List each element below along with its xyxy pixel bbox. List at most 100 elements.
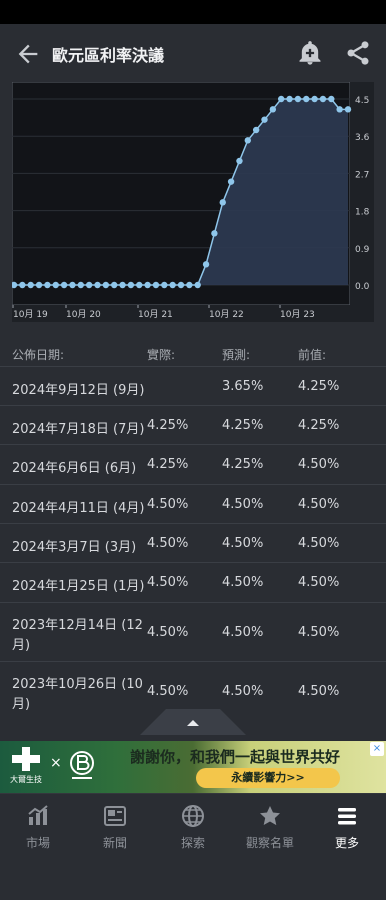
data-point bbox=[169, 281, 176, 289]
row-date: 2024年1月25日 (1月) bbox=[12, 579, 145, 594]
row-date: 2024年4月11日 (4月) bbox=[12, 501, 145, 516]
data-point bbox=[269, 106, 277, 113]
globe-icon bbox=[182, 805, 204, 827]
data-point bbox=[35, 281, 43, 289]
nav-item-more[interactable]: 更多 bbox=[309, 804, 385, 851]
app-bar: 歐元區利率決議 bbox=[0, 24, 386, 82]
data-point bbox=[294, 95, 302, 103]
row-previous: 4.50% bbox=[298, 625, 340, 640]
nav-label-market: 市場 bbox=[25, 836, 50, 850]
data-point bbox=[311, 95, 318, 103]
nav-item-explore[interactable]: 探索 bbox=[155, 804, 231, 851]
market-chart-icon bbox=[28, 805, 48, 825]
ad-headline: 謝謝你，和我們一起與世界共好 bbox=[130, 748, 341, 766]
data-point bbox=[344, 106, 352, 113]
data-point bbox=[119, 281, 126, 289]
bottom-nav: 市場 新聞 探索 觀察名單 更多 bbox=[0, 793, 386, 900]
share-icon[interactable] bbox=[344, 38, 372, 68]
add-alert-bell-icon[interactable] bbox=[296, 38, 324, 68]
header-previous: 前值: bbox=[298, 348, 327, 362]
row-previous: 4.50% bbox=[298, 457, 340, 472]
history-table: 公佈日期: 實際: 預測: 前值: 2024年9月12日 (9月) 3.65% … bbox=[0, 338, 386, 719]
y-tick-label: 1.8 bbox=[355, 208, 370, 218]
y-tick-label: 4.5 bbox=[355, 96, 369, 106]
data-point bbox=[211, 230, 218, 237]
page-title: 歐元區利率決議 bbox=[52, 46, 165, 65]
data-point bbox=[219, 199, 226, 206]
table-row: 2024年7月18日 (7月) 4.25% 4.25% 4.25% bbox=[0, 405, 386, 444]
data-point bbox=[227, 178, 235, 185]
nav-item-news[interactable]: 新聞 bbox=[77, 804, 153, 851]
y-tick-label: 2.7 bbox=[355, 170, 369, 180]
news-icon bbox=[104, 806, 126, 826]
data-point bbox=[261, 116, 268, 123]
table-row: 2024年3月7日 (3月) 4.50% 4.50% 4.50% bbox=[0, 523, 386, 562]
menu-icon bbox=[338, 808, 356, 825]
x-tick-label: 10月 19 bbox=[13, 309, 48, 320]
x-tick-label: 10月 22 bbox=[209, 309, 244, 320]
row-date-line2: 月) bbox=[12, 638, 31, 653]
nav-label-more: 更多 bbox=[334, 836, 359, 850]
row-forecast: 4.50% bbox=[222, 497, 264, 512]
row-date: 2024年7月18日 (7月) bbox=[12, 422, 145, 437]
data-point bbox=[102, 281, 110, 289]
data-point bbox=[202, 261, 210, 268]
row-previous: 4.50% bbox=[298, 497, 340, 512]
data-point bbox=[144, 281, 151, 289]
data-point bbox=[186, 281, 193, 289]
data-point bbox=[328, 95, 335, 103]
back-arrow-icon[interactable] bbox=[14, 40, 42, 68]
data-point bbox=[236, 157, 243, 165]
y-tick-label: 0.9 bbox=[355, 245, 370, 255]
data-point bbox=[319, 95, 327, 103]
collapse-tab-button[interactable] bbox=[140, 709, 246, 735]
ad-banner[interactable]: 大爾生技 × 謝謝你，和我們一起與世界共好 永續影響力>> × bbox=[0, 741, 386, 793]
data-point bbox=[127, 281, 135, 289]
row-date-line1: 2023年12月14日 (12 bbox=[12, 618, 143, 633]
row-actual: 4.50% bbox=[147, 497, 189, 512]
x-tick-label: 10月 23 bbox=[280, 309, 315, 320]
ad-close-icon[interactable]: × bbox=[370, 742, 384, 756]
data-point bbox=[136, 281, 143, 289]
bcorp-logo-icon bbox=[70, 751, 94, 779]
y-tick-label: 0.0 bbox=[355, 282, 370, 292]
row-previous: 4.50% bbox=[298, 575, 340, 590]
row-date: 2024年9月12日 (9月) bbox=[12, 383, 145, 398]
row-date: 2024年3月7日 (3月) bbox=[12, 540, 137, 555]
data-point bbox=[278, 95, 285, 103]
row-previous: 4.25% bbox=[298, 418, 340, 433]
data-point bbox=[252, 126, 260, 134]
data-point bbox=[27, 281, 34, 289]
row-actual: 4.50% bbox=[147, 684, 189, 699]
table-row: 2024年4月11日 (4月) 4.50% 4.50% 4.50% bbox=[0, 484, 386, 523]
header-date: 公佈日期: bbox=[12, 348, 65, 362]
data-point bbox=[286, 95, 293, 103]
y-tick-label: 3.6 bbox=[355, 133, 370, 143]
data-point bbox=[177, 281, 185, 289]
data-point bbox=[111, 281, 118, 289]
table-row: 2023年12月14日 (12 月) 4.50% 4.50% 4.50% bbox=[0, 602, 386, 661]
row-forecast: 4.25% bbox=[222, 457, 264, 472]
brand-logo-icon bbox=[12, 747, 40, 771]
row-forecast: 4.50% bbox=[222, 536, 264, 551]
ad-cta-button[interactable]: 永續影響力>> bbox=[196, 768, 340, 788]
row-actual: 4.50% bbox=[147, 536, 189, 551]
row-actual: 4.25% bbox=[147, 418, 189, 433]
rate-chart[interactable]: 4.5 3.6 2.7 1.8 0.9 0.0 10月 19 10月 20 10月 21 10月 … bbox=[12, 82, 374, 322]
data-point bbox=[44, 281, 51, 289]
data-point bbox=[94, 281, 101, 289]
nav-item-watchlist[interactable]: 觀察名單 bbox=[232, 804, 308, 851]
data-point bbox=[161, 281, 168, 289]
data-point bbox=[152, 281, 160, 289]
data-point bbox=[69, 281, 76, 289]
row-forecast: 4.50% bbox=[222, 625, 264, 640]
ad-times-mark: × bbox=[50, 755, 62, 771]
row-date: 2024年6月6日 (6月) bbox=[12, 461, 137, 476]
ad-brand-name: 大爾生技 bbox=[10, 775, 42, 784]
data-point bbox=[77, 281, 85, 289]
row-forecast: 4.25% bbox=[222, 418, 264, 433]
row-previous: 4.50% bbox=[298, 684, 340, 699]
data-point bbox=[60, 281, 68, 289]
nav-item-market[interactable]: 市場 bbox=[0, 804, 76, 851]
row-forecast: 3.65% bbox=[222, 379, 264, 394]
